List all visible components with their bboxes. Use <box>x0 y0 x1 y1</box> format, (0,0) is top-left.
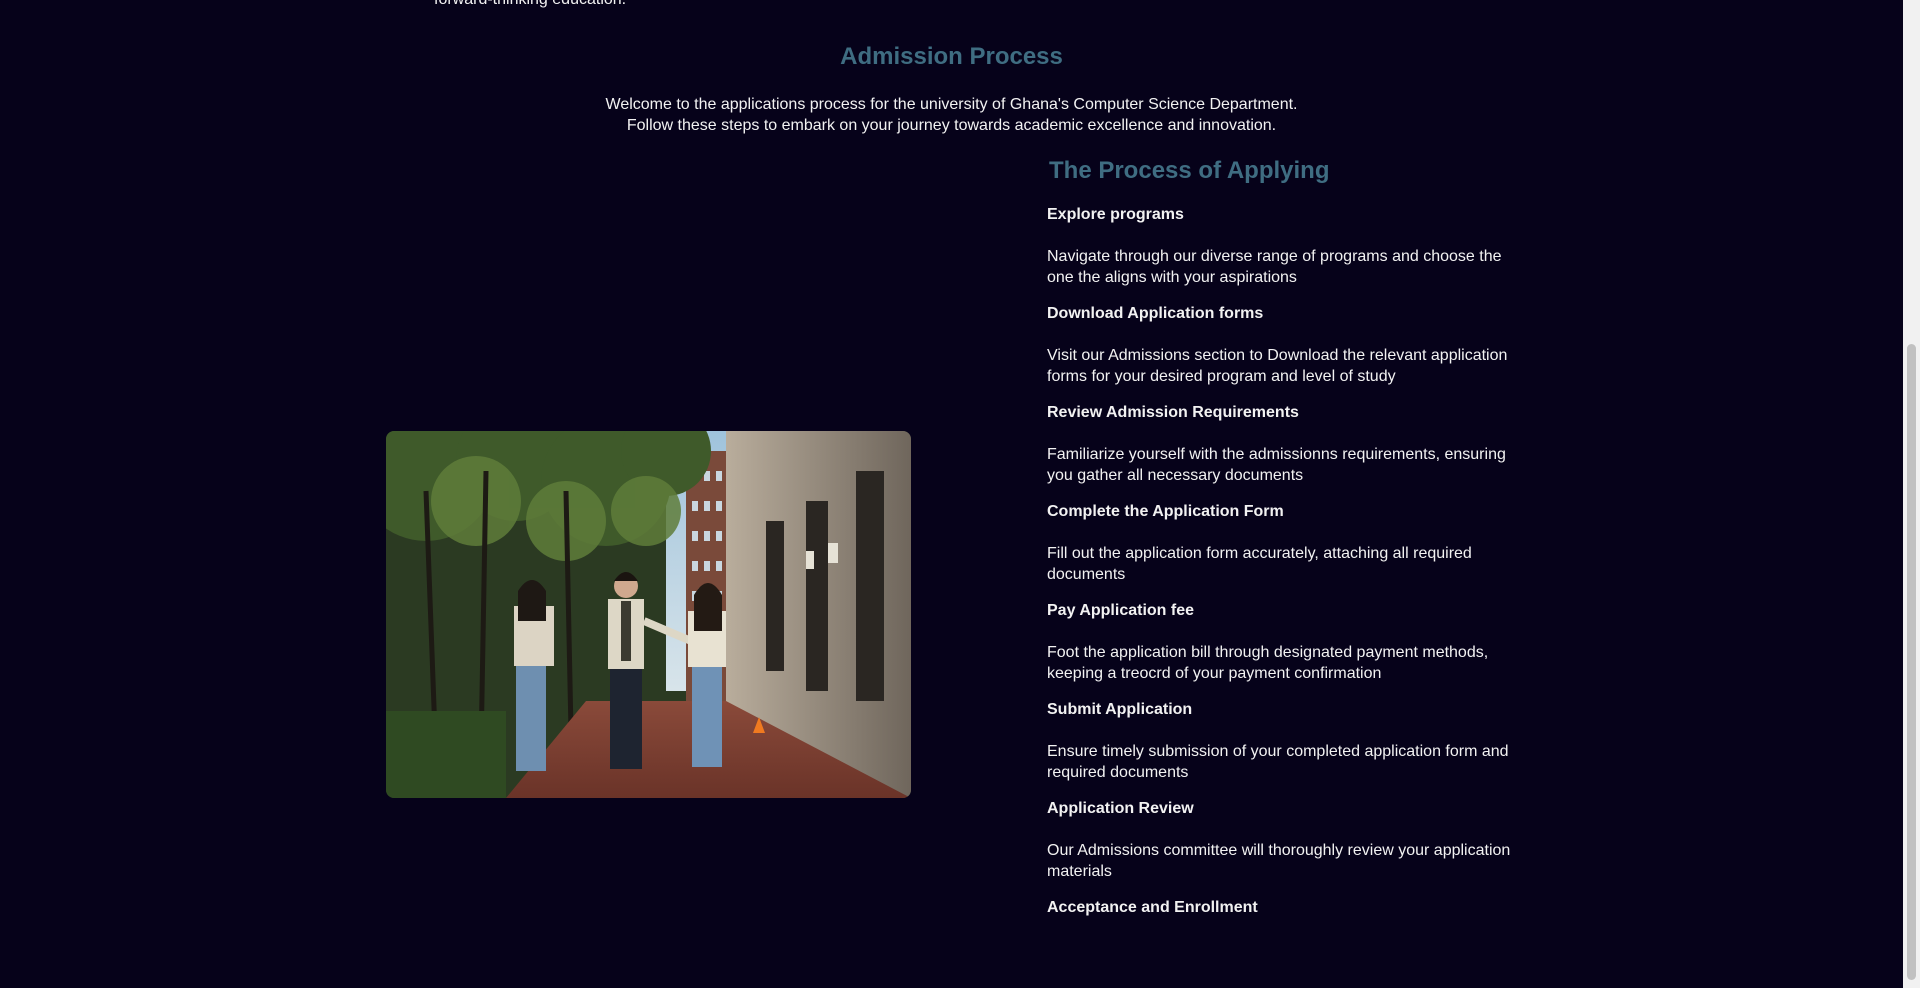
process-step: Review Admission Requirements Familiariz… <box>1047 402 1512 486</box>
step-description: Foot the application bill through design… <box>1047 644 1489 682</box>
step-title: Application Review <box>1047 800 1194 817</box>
step-description: Navigate through our diverse range of pr… <box>1047 248 1502 286</box>
process-step: Complete the Application Form Fill out t… <box>1047 501 1512 585</box>
process-step-list: Explore programs Navigate through our di… <box>1047 204 1512 918</box>
intro-line-2: Follow these steps to embark on your jou… <box>626 117 1277 134</box>
step-title: Complete the Application Form <box>1047 503 1284 520</box>
page-viewport: forward-thinking education. Admission Pr… <box>0 0 1903 988</box>
process-step: Submit Application Ensure timely submiss… <box>1047 699 1512 783</box>
step-title: Pay Application fee <box>1047 602 1194 619</box>
process-step: Explore programs Navigate through our di… <box>1047 204 1512 288</box>
vertical-scrollbar[interactable] <box>1903 0 1920 988</box>
step-description: Familiarize yourself with the admissionn… <box>1047 446 1506 484</box>
step-title: Submit Application <box>1047 701 1193 718</box>
process-step: Download Application forms Visit our Adm… <box>1047 303 1512 387</box>
application-process-section: The Process of Applying Explore programs… <box>1047 153 1512 918</box>
step-description: Ensure timely submission of your complet… <box>1047 743 1509 781</box>
step-title: Download Application forms <box>1047 305 1264 322</box>
step-title: Acceptance and Enrollment <box>1047 899 1258 916</box>
intro-line-1: Welcome to the applications process for … <box>605 96 1298 113</box>
step-title: Review Admission Requirements <box>1047 404 1299 421</box>
admission-intro: Welcome to the applications process for … <box>0 94 1903 136</box>
students-walking-photo <box>386 431 911 798</box>
step-description: Fill out the application form accurately… <box>1047 545 1472 583</box>
process-heading: The Process of Applying <box>1049 157 1330 184</box>
step-description: Our Admissions committee will thoroughly… <box>1047 842 1511 880</box>
process-step: Acceptance and Enrollment <box>1047 897 1512 918</box>
step-title: Explore programs <box>1047 206 1184 223</box>
admission-process-heading: Admission Process <box>840 43 1063 70</box>
previous-section-text: forward-thinking education. <box>434 0 626 10</box>
step-description: Visit our Admissions section to Download… <box>1047 347 1508 385</box>
process-step: Application Review Our Admissions commit… <box>1047 798 1512 882</box>
process-step: Pay Application fee Foot the application… <box>1047 600 1512 684</box>
scrollbar-thumb[interactable] <box>1907 344 1916 980</box>
